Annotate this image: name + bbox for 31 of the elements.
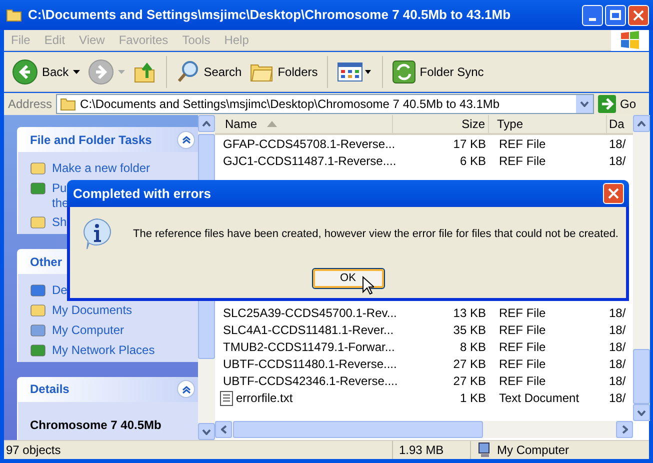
file-date: 18/ bbox=[608, 338, 627, 356]
file-type: REF File bbox=[498, 136, 547, 152]
file-size: 13 KB bbox=[452, 304, 487, 322]
details-name: Chromosome 7 40.5Mb bbox=[30, 416, 162, 434]
address-label: Address bbox=[8, 96, 52, 113]
file-size: 1 KB bbox=[458, 390, 487, 406]
file-date: 18/ bbox=[608, 390, 627, 406]
status-text: 97 objects bbox=[5, 442, 62, 459]
file-type: REF File bbox=[498, 338, 547, 356]
file-date: 18/ bbox=[608, 304, 627, 322]
status-text: My Computer bbox=[497, 442, 570, 459]
window-title: C:\Documents and Settings\msjimc\Desktop\Chromosome 7 40.5Mb to 43.1Mb bbox=[28, 6, 511, 24]
file-date: 18/ bbox=[608, 372, 627, 390]
dialog-message: The reference files have been created, however view the error file for files that could not be created. bbox=[133, 226, 618, 242]
file-size: 35 KB bbox=[452, 322, 487, 338]
file-size: 6 KB bbox=[458, 152, 487, 170]
file-size: 8 KB bbox=[458, 338, 487, 356]
file-type: REF File bbox=[498, 322, 547, 338]
file-type: REF File bbox=[498, 356, 547, 372]
status-text: 1.93 MB bbox=[392, 441, 470, 459]
file-type: REF File bbox=[498, 152, 547, 170]
file-type: REF File bbox=[498, 372, 547, 390]
file-size: 17 KB bbox=[452, 136, 487, 152]
file-date: 18/ bbox=[608, 136, 627, 152]
file-date: 18/ bbox=[608, 322, 627, 338]
file-size: 27 KB bbox=[452, 356, 487, 372]
file-type: Text Document bbox=[498, 390, 580, 406]
file-date: 18/ bbox=[608, 152, 627, 170]
file-type: REF File bbox=[498, 304, 547, 322]
file-date: 18/ bbox=[608, 356, 627, 372]
dialog-title: Completed with errors bbox=[73, 184, 211, 203]
